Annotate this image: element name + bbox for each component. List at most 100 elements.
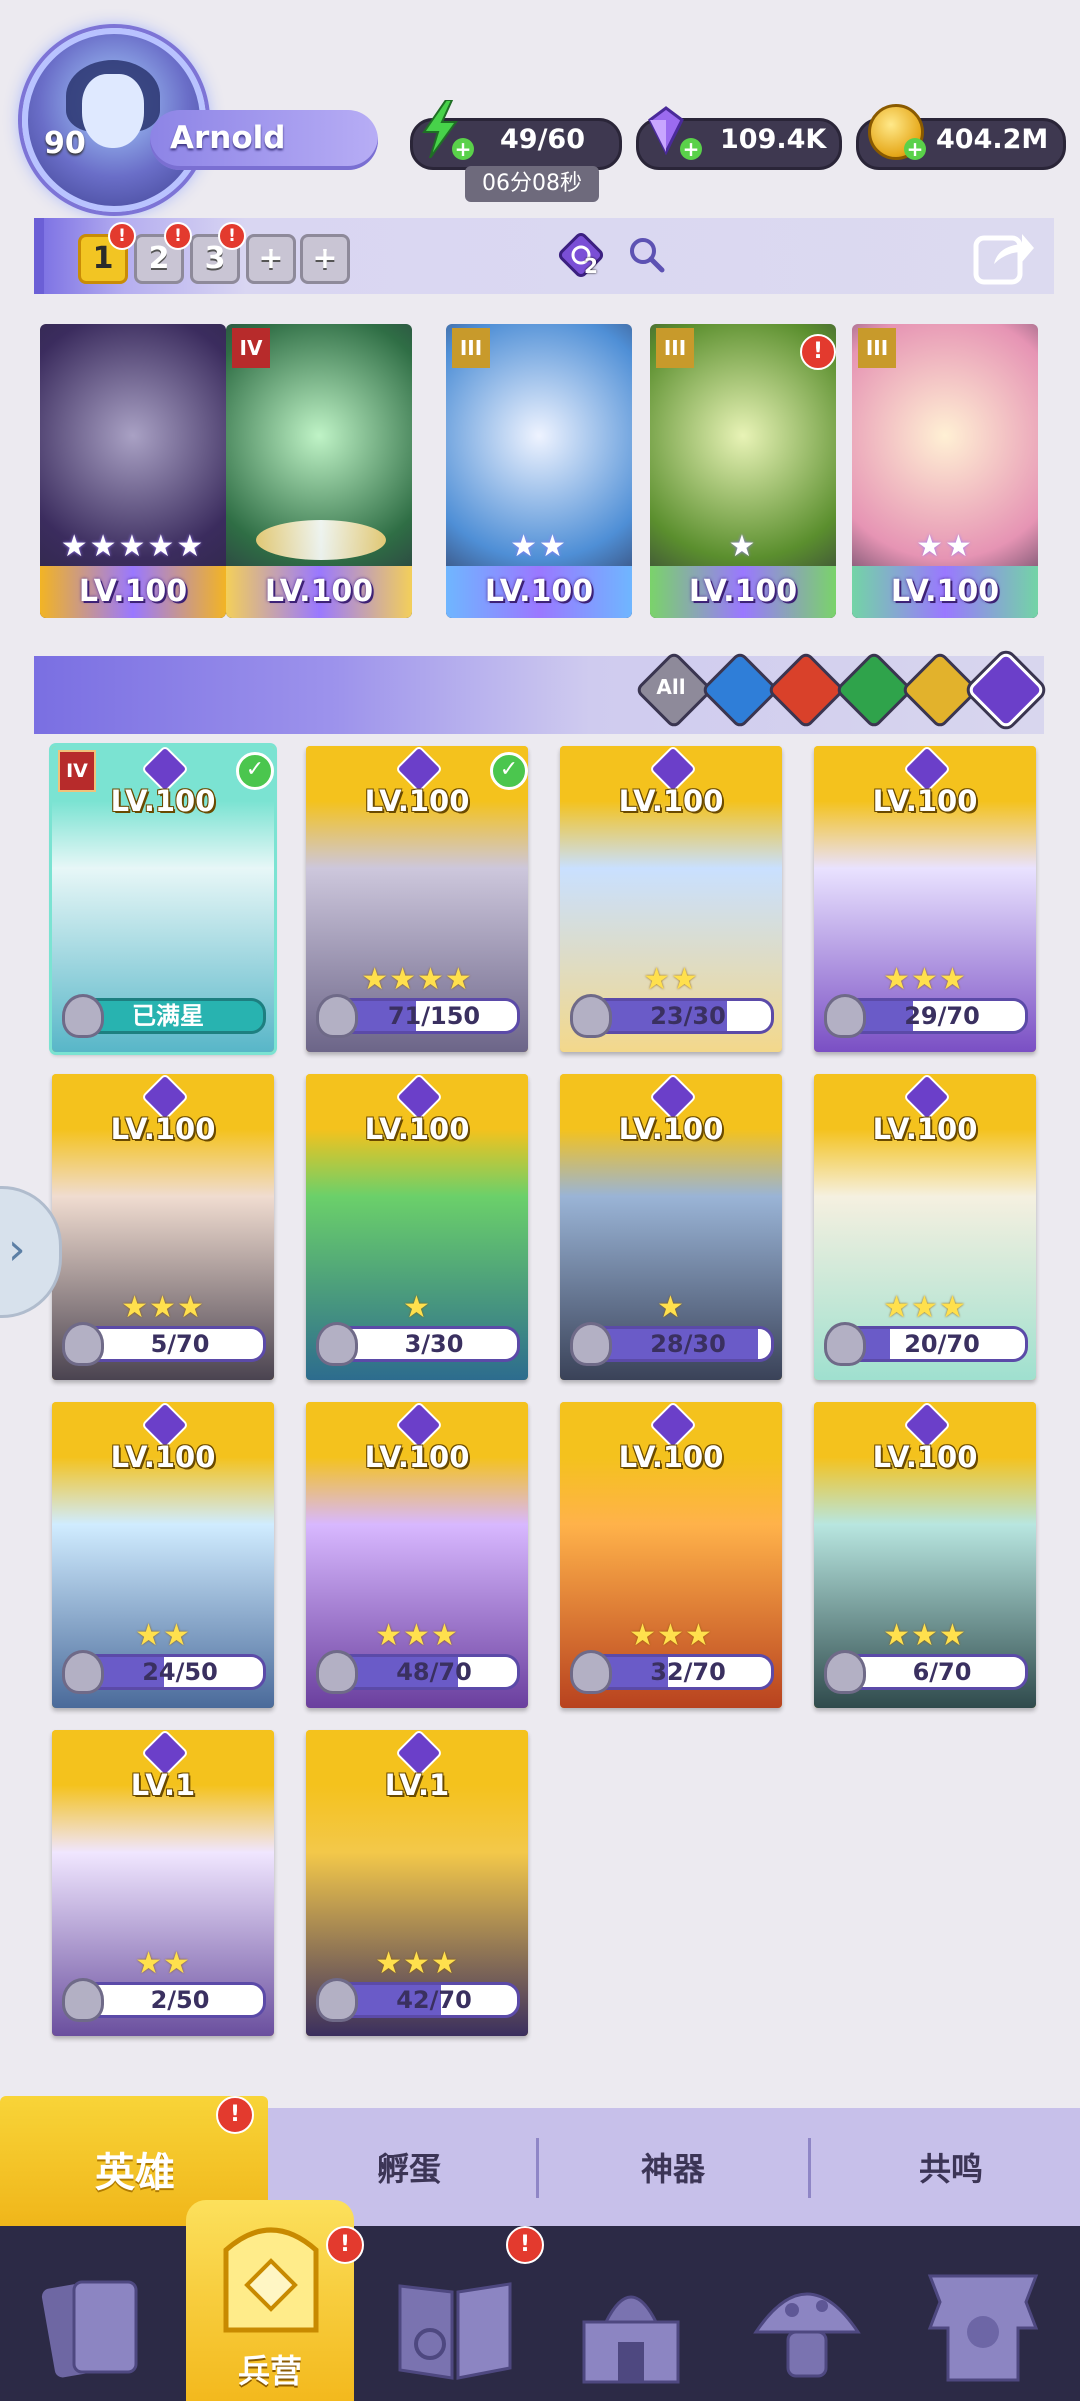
- mushroom-icon[interactable]: [742, 2262, 872, 2392]
- hero-card[interactable]: LV.100 ★ 3/30: [306, 1074, 528, 1380]
- gem-value: 109.4K: [720, 124, 827, 155]
- star-rating: ★★: [916, 529, 974, 564]
- avatar-face: [82, 74, 144, 148]
- castle-icon[interactable]: [566, 2262, 696, 2392]
- hero-card[interactable]: LV.100 ★★★ 32/70: [560, 1402, 782, 1708]
- hero-card[interactable]: LV.1 ★★★ 42/70: [306, 1730, 528, 2036]
- hero-level: LV.100: [872, 784, 978, 818]
- shard-progress-text: 42/70: [396, 1986, 472, 2014]
- deployed-hero-card[interactable]: IV LV.100: [226, 324, 412, 618]
- soul-shard-icon: [824, 1650, 866, 1694]
- wings-icon: [256, 520, 386, 560]
- star-rating: ★★★: [375, 1618, 459, 1653]
- dark-element-icon[interactable]: [556, 230, 606, 280]
- soul-shard-icon: [316, 994, 358, 1038]
- hero-card[interactable]: LV.100 ★★★ 48/70: [306, 1402, 528, 1708]
- coin-value: 404.2M: [936, 124, 1049, 155]
- energy-value: 49/60: [500, 124, 586, 155]
- alert-badge: !: [506, 2226, 544, 2264]
- hero-card[interactable]: LV.100 ★★★ 5/70: [52, 1074, 274, 1380]
- team-element-count: 2: [584, 254, 598, 278]
- star-rating: ★★★: [883, 1618, 967, 1653]
- tab-artifact[interactable]: 神器: [548, 2144, 798, 2190]
- shard-progress-text: 6/70: [912, 1658, 972, 1686]
- hero-level: LV.1: [130, 1768, 196, 1802]
- tab-resonance[interactable]: 共鸣: [826, 2144, 1076, 2190]
- star-rating: ★★★: [883, 1290, 967, 1325]
- hero-card[interactable]: LV.100 ✓ ★★★★ 71/150: [306, 746, 528, 1052]
- gem-plus-icon[interactable]: +: [680, 138, 702, 160]
- soul-shard-icon: [316, 1650, 358, 1694]
- deployed-hero-card[interactable]: ★★★★★ LV.100: [40, 324, 226, 618]
- star-rating: ★★★: [375, 1946, 459, 1981]
- hero-card[interactable]: LV.100 ★★ 24/50: [52, 1402, 274, 1708]
- star-rating: ★★★: [629, 1618, 713, 1653]
- soul-shard-icon: [316, 1322, 358, 1366]
- soul-shard-icon: [570, 994, 612, 1038]
- hero-card[interactable]: LV.100 ★★★ 6/70: [814, 1402, 1036, 1708]
- star-rating: ★★: [510, 529, 568, 564]
- cards-icon[interactable]: [30, 2262, 160, 2392]
- shield-banner-icon[interactable]: [918, 2262, 1048, 2392]
- alert-badge: !: [108, 222, 136, 250]
- soul-shard-icon: [316, 1978, 358, 2022]
- star-rating: ★: [403, 1290, 431, 1325]
- hero-level: LV.100: [852, 566, 1038, 618]
- check-icon: ✓: [236, 752, 274, 790]
- shard-progress-text: 71/150: [387, 1002, 481, 1030]
- hero-level: LV.100: [618, 784, 724, 818]
- book-icon[interactable]: [390, 2262, 520, 2392]
- search-icon[interactable]: [626, 234, 666, 274]
- star-rating: ★: [728, 529, 758, 564]
- player-name: Arnold: [170, 120, 286, 156]
- tab-hatch[interactable]: 孵蛋: [284, 2144, 534, 2190]
- hero-level: LV.100: [364, 784, 470, 818]
- star-rating: ★★: [643, 962, 699, 997]
- shard-progress-text: 32/70: [650, 1658, 726, 1686]
- shard-progress-text: 29/70: [904, 1002, 980, 1030]
- alert-badge: !: [164, 222, 192, 250]
- star-rating: ★★★: [883, 962, 967, 997]
- energy-plus-icon[interactable]: +: [452, 138, 474, 160]
- hero-level: LV.100: [40, 566, 226, 618]
- hero-level: LV.100: [618, 1112, 724, 1146]
- shard-progress-text: 5/70: [150, 1330, 210, 1358]
- chevron-right-icon: ›: [8, 1224, 26, 1275]
- hero-card[interactable]: LV.100 IV ✓ 已满星: [52, 746, 274, 1052]
- check-icon: ✓: [490, 752, 528, 790]
- hero-level: LV.100: [650, 566, 836, 618]
- soul-shard-icon: [570, 1322, 612, 1366]
- team-slot-add[interactable]: +: [300, 234, 350, 284]
- soul-shard-icon: [824, 1322, 866, 1366]
- shard-progress-text: 48/70: [396, 1658, 472, 1686]
- nav-barracks-label: 兵营: [237, 2352, 302, 2390]
- star-rating: ★: [657, 1290, 685, 1325]
- rank-badge: IV: [58, 750, 96, 792]
- hero-card[interactable]: LV.100 ★★★ 20/70: [814, 1074, 1036, 1380]
- hero-level: LV.100: [226, 566, 412, 618]
- energy-timer: 06分08秒: [465, 166, 599, 202]
- hero-card[interactable]: LV.100 ★★★ 29/70: [814, 746, 1036, 1052]
- star-rating: ★★: [135, 1946, 191, 1981]
- deployed-hero-card[interactable]: III ★★ LV.100: [446, 324, 632, 618]
- coin-plus-icon[interactable]: +: [904, 138, 926, 160]
- hero-level: LV.100: [110, 1112, 216, 1146]
- tab-divider: [536, 2138, 539, 2198]
- team-slot-add[interactable]: +: [246, 234, 296, 284]
- hero-card[interactable]: LV.100 ★★ 23/30: [560, 746, 782, 1052]
- deployed-hero-card[interactable]: III ★ LV.100: [650, 324, 836, 618]
- hero-card[interactable]: LV.100 ★ 28/30: [560, 1074, 782, 1380]
- soul-shard-icon: [62, 994, 104, 1038]
- barracks-icon: [223, 2227, 319, 2333]
- soul-shard-icon: [62, 1650, 104, 1694]
- rank-badge: [46, 328, 84, 368]
- deployed-hero-card[interactable]: III ★★ LV.100: [852, 324, 1038, 618]
- share-icon[interactable]: [972, 224, 1036, 288]
- hero-level: LV.100: [618, 1440, 724, 1474]
- soul-shard-icon: [62, 1322, 104, 1366]
- tab-divider: [808, 2138, 811, 2198]
- hero-card[interactable]: LV.1 ★★ 2/50: [52, 1730, 274, 2036]
- hero-level: LV.100: [364, 1112, 470, 1146]
- star-rating: ★★★★: [361, 962, 473, 997]
- rank-badge: III: [858, 328, 896, 368]
